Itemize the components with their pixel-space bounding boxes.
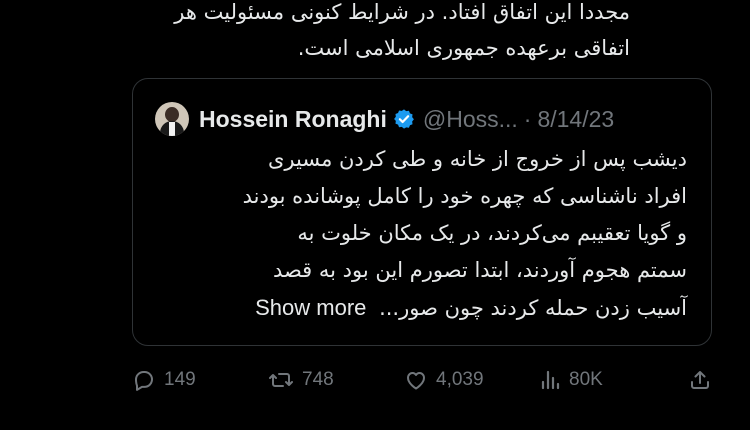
views-button[interactable]: 80K	[539, 362, 603, 398]
quote-text-line: و گویا تعقیبم می‌کردند، در یک مکان خلوت …	[297, 221, 687, 245]
share-button[interactable]	[688, 362, 720, 398]
reply-icon	[135, 371, 153, 391]
tweet-text: مجددا این اتفاق افتاد. در شرایط کنونی مس…	[30, 0, 630, 66]
tweet-text-line: اتفاقی برعهده جمهوری اسلامی است.	[297, 36, 630, 60]
quoted-tweet-card[interactable]: Hossein Ronaghi @Hoss... · 8/14/23 دیشب …	[132, 78, 712, 346]
separator-dot: ·	[523, 105, 532, 132]
reply-count: 149	[164, 369, 196, 390]
quote-text-line: افراد ناشناسی که چهره خود را کامل پوشاند…	[242, 184, 687, 208]
show-more-link[interactable]: Show more	[255, 295, 366, 320]
quote-text-line: دیشب پس از خروج از خانه و طی کردن مسیری	[267, 147, 687, 171]
like-count: 4,039	[436, 369, 484, 390]
like-icon	[407, 372, 425, 390]
reply-button[interactable]: 149	[132, 362, 196, 398]
retweet-count: 748	[302, 369, 334, 390]
quoted-tweet-body: دیشب پس از خروج از خانه و طی کردن مسیری …	[147, 141, 687, 327]
share-icon	[691, 371, 709, 389]
view-count: 80K	[569, 369, 603, 390]
tweet-date[interactable]: 8/14/23	[537, 106, 614, 133]
retweet-icon	[269, 373, 293, 387]
retweet-button[interactable]: 748	[268, 362, 334, 398]
quote-text-line-last: آسیب زدن حمله کردند چون صور... Show more	[147, 289, 687, 327]
tweet-action-bar: 149 748 4,039 80K	[132, 362, 712, 398]
like-button[interactable]: 4,039	[404, 362, 484, 398]
author-name[interactable]: Hossein Ronaghi	[199, 106, 387, 133]
author-handle[interactable]: @Hoss...	[423, 106, 518, 133]
quote-text-truncated: آسیب زدن حمله کردند چون صور...	[379, 296, 687, 320]
quoted-tweet-header: Hossein Ronaghi @Hoss... · 8/14/23	[155, 101, 614, 137]
avatar[interactable]	[155, 102, 189, 136]
quote-text-line: سمتم هجوم آوردند، ابتدا تصورم این بود به…	[272, 258, 687, 282]
tweet-text-line: مجددا این اتفاق افتاد. در شرایط کنونی مس…	[174, 0, 630, 24]
verified-badge-icon	[393, 108, 415, 130]
views-icon	[541, 370, 560, 390]
